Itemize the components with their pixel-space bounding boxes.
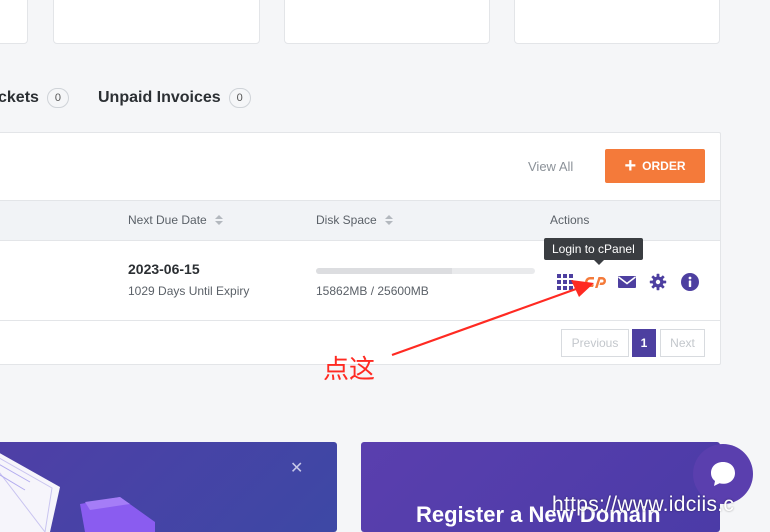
stat-card-4[interactable] xyxy=(514,0,720,44)
order-button-label: ORDER xyxy=(642,159,686,173)
view-all-link[interactable]: View All xyxy=(528,159,573,174)
order-button[interactable]: + ORDER xyxy=(605,149,705,183)
promo-card-register-domain[interactable]: Register a New Domain xyxy=(361,442,720,532)
mail-icon[interactable] xyxy=(616,271,638,293)
table-header: Next Due Date Disk Space Actions xyxy=(0,200,720,241)
column-label-actions: Actions xyxy=(550,213,590,227)
column-label-next-due-date: Next Due Date xyxy=(128,213,207,227)
column-header-disk-space[interactable]: Disk Space xyxy=(316,213,393,227)
pagination-previous[interactable]: Previous xyxy=(561,329,629,357)
tab-unpaid-invoices[interactable]: Unpaid Invoices 0 xyxy=(98,88,251,108)
pagination-page-1[interactable]: 1 xyxy=(632,329,656,357)
chat-icon xyxy=(711,462,735,486)
pagination-next[interactable]: Next xyxy=(660,329,705,357)
stat-card-1[interactable] xyxy=(0,0,28,44)
column-label-disk-space: Disk Space xyxy=(316,213,377,227)
column-header-actions: Actions xyxy=(550,213,589,227)
promo-card-left: ✕ xyxy=(0,442,337,532)
disk-usage-fill xyxy=(316,268,452,274)
stat-card-3[interactable] xyxy=(284,0,490,44)
due-date: 2023-06-15 xyxy=(128,261,200,277)
column-header-next-due-date[interactable]: Next Due Date xyxy=(128,213,223,227)
stat-card-2[interactable] xyxy=(53,0,260,44)
promo-illustration xyxy=(0,453,155,532)
watermark-text: https://www.idciis.c xyxy=(552,493,735,516)
tickets-count-badge: 0 xyxy=(46,88,69,108)
sort-icon xyxy=(384,215,393,225)
disk-usage-bar xyxy=(316,268,535,274)
tab-tickets[interactable]: ckets 0 xyxy=(0,88,69,108)
sort-icon xyxy=(214,215,223,225)
grid-icon[interactable] xyxy=(554,271,576,293)
login-to-cpanel-tooltip: Login to cPanel xyxy=(544,238,643,265)
services-panel: View All + ORDER Next Due Date Disk Spac… xyxy=(0,132,721,365)
disk-usage-text: 15862MB / 25600MB xyxy=(316,284,429,298)
annotation-label: 点这 xyxy=(323,355,376,385)
gear-icon[interactable] xyxy=(647,271,669,293)
panel-header: View All + ORDER xyxy=(0,133,720,200)
tab-tickets-label: ckets xyxy=(0,89,39,106)
info-icon[interactable] xyxy=(679,271,701,293)
days-until-expiry: 1029 Days Until Expiry xyxy=(128,284,250,298)
unpaid-invoices-count-badge: 0 xyxy=(228,88,251,108)
plus-icon: + xyxy=(624,155,637,177)
cpanel-icon[interactable] xyxy=(585,271,607,293)
close-icon[interactable]: ✕ xyxy=(290,458,303,478)
tab-unpaid-invoices-label: Unpaid Invoices xyxy=(98,89,221,106)
